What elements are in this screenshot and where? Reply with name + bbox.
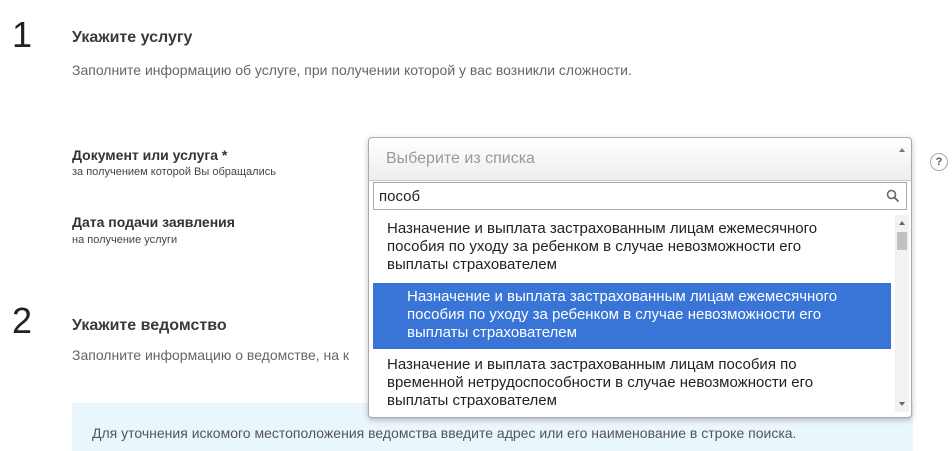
select-placeholder: Выберите из списка bbox=[386, 150, 535, 167]
document-select-dropdown[interactable]: Выберите из списка Назначение и выплата … bbox=[368, 137, 912, 418]
list-item[interactable]: Назначение и выплата застрахованным лица… bbox=[373, 215, 891, 276]
step-1-number: 1 bbox=[12, 14, 33, 55]
step-1-description: Заполните информацию об услуге, при полу… bbox=[72, 62, 632, 78]
step-2-number: 2 bbox=[12, 300, 33, 341]
step-2-title: Укажите ведомство bbox=[72, 317, 227, 334]
option-line: Назначение и выплата застрахованным лица… bbox=[407, 288, 838, 305]
select-header[interactable]: Выберите из списка bbox=[369, 138, 911, 181]
document-field-label: Документ или услуга * bbox=[72, 147, 228, 163]
search-field[interactable] bbox=[373, 182, 907, 210]
results-scrollbar[interactable] bbox=[895, 215, 909, 412]
option-line: Назначение и выплата застрахованным лица… bbox=[387, 356, 797, 373]
option-line: пособия по уходу за ребенком в случае не… bbox=[407, 306, 822, 323]
question-icon[interactable]: ? bbox=[930, 153, 948, 171]
date-field-sublabel: на получение услуги bbox=[72, 234, 178, 246]
results-list[interactable]: Назначение и выплата застрахованным лица… bbox=[373, 215, 909, 412]
search-icon bbox=[886, 189, 900, 203]
info-text: Для уточнения искомого местоположения ве… bbox=[92, 425, 797, 441]
option-line: Назначение и выплата застрахованным лица… bbox=[387, 220, 818, 237]
document-field-sublabel: за получением которой Вы обращались bbox=[72, 166, 276, 178]
option-line: пособия по уходу за ребенком в случае не… bbox=[387, 238, 802, 255]
scroll-down-icon[interactable] bbox=[899, 402, 905, 406]
list-item[interactable]: Назначение и выплата застрахованным лица… bbox=[373, 353, 891, 412]
option-line: выплаты страхователем bbox=[387, 392, 557, 409]
option-line: выплаты страхователем bbox=[387, 256, 557, 273]
option-line: выплаты страхователем bbox=[407, 324, 577, 341]
date-field-label: Дата подачи заявления bbox=[72, 214, 235, 230]
step-2-description: Заполните информацию о ведомстве, на к bbox=[72, 347, 350, 363]
option-line: временной нетрудоспособности в случае не… bbox=[387, 374, 814, 391]
chevron-up-icon[interactable] bbox=[899, 148, 905, 152]
list-item-highlighted[interactable]: Назначение и выплата застрахованным лица… bbox=[373, 283, 891, 349]
search-input[interactable] bbox=[374, 183, 879, 209]
scroll-up-icon[interactable] bbox=[899, 221, 905, 225]
scroll-thumb[interactable] bbox=[897, 232, 907, 250]
step-1-title: Укажите услугу bbox=[72, 29, 193, 46]
